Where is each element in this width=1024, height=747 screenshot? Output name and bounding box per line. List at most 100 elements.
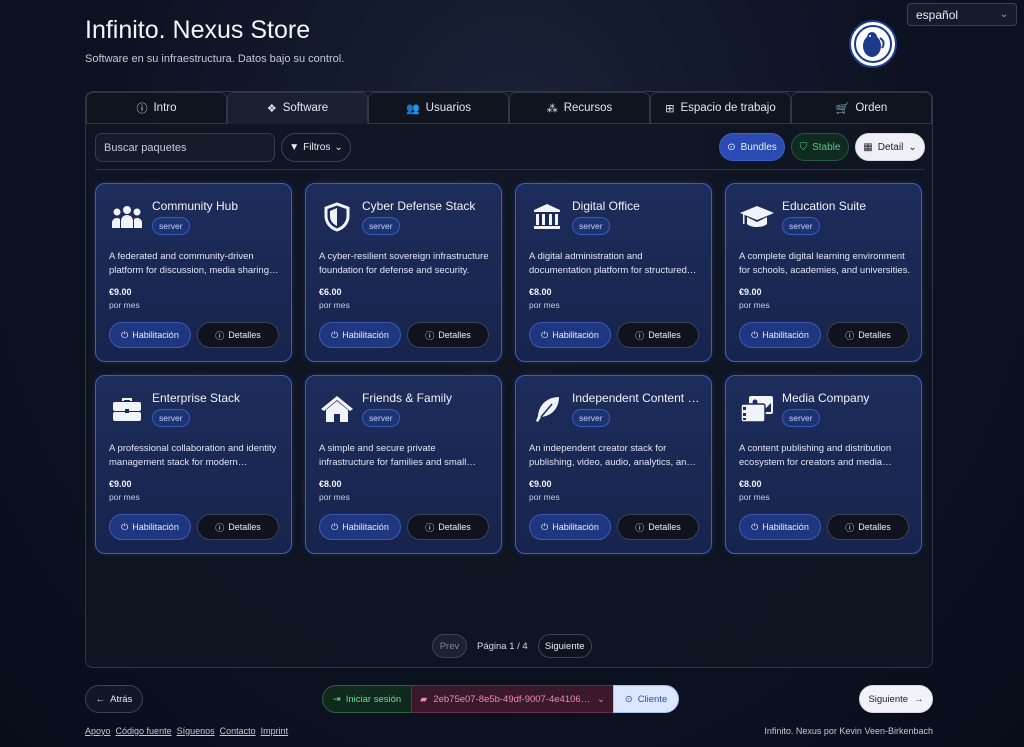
footer-link-imprint[interactable]: Imprint	[261, 726, 289, 736]
package-price: €9.00	[739, 287, 762, 297]
page-indicator: Página 1 / 4	[477, 640, 528, 652]
seal-logo-icon	[849, 20, 897, 68]
power-icon: ⏻	[541, 521, 549, 532]
tab-software[interactable]: ❖ Software	[227, 92, 368, 124]
tab-label: Software	[282, 102, 329, 114]
enable-button[interactable]: ⏻ Habilitación	[739, 514, 821, 540]
back-button[interactable]: ← Atrás	[85, 685, 143, 713]
details-button[interactable]: ⓘ Detalles	[617, 322, 699, 348]
package-card[interactable]: Cyber Defense Stack server A cyber-resil…	[305, 183, 502, 362]
package-card[interactable]: Enterprise Stack server A professional c…	[95, 375, 292, 554]
package-tag: server	[152, 217, 190, 235]
house-icon	[319, 393, 355, 425]
tab-label: Recursos	[563, 102, 613, 114]
package-tag: server	[152, 409, 190, 427]
details-button[interactable]: ⓘ Detalles	[827, 322, 909, 348]
shield-icon	[319, 201, 355, 233]
package-period: por mes	[109, 492, 140, 502]
package-tag: server	[782, 409, 820, 427]
info-icon: ⓘ	[845, 522, 855, 533]
package-period: por mes	[529, 300, 560, 310]
info-icon: ⓘ	[425, 330, 435, 341]
chevron-down-icon: ⌄	[999, 9, 1008, 20]
package-card[interactable]: Media Company server A content publishin…	[725, 375, 922, 554]
arrow-right-icon: →	[914, 693, 924, 705]
feather-icon	[529, 393, 565, 425]
tab-order[interactable]: 🛒 Orden	[791, 92, 932, 124]
package-card[interactable]: Independent Content Creator server An in…	[515, 375, 712, 554]
tab-resources[interactable]: ⁂ Recursos	[509, 92, 650, 124]
filter-button[interactable]: ▼ Filtros ⌄	[281, 133, 351, 162]
tab-label: Orden	[855, 102, 888, 114]
package-name: Community Hub	[152, 199, 239, 213]
next-page-button[interactable]: Siguiente	[537, 634, 592, 658]
toggle-icon: ⊙	[727, 141, 736, 153]
footer-link-follow[interactable]: Síguenos	[177, 726, 215, 736]
package-price: €8.00	[739, 479, 762, 489]
package-price: €9.00	[109, 287, 132, 297]
enable-button[interactable]: ⏻ Habilitación	[319, 322, 401, 348]
details-label: Detalles	[648, 330, 681, 340]
store-panel: ⓘ Intro ❖ Software 👥 Usuarios ⁂ Recursos…	[85, 91, 933, 668]
package-period: por mes	[739, 492, 770, 502]
enable-label: Habilitación	[132, 522, 179, 532]
package-card[interactable]: Community Hub server A federated and com…	[95, 183, 292, 362]
info-icon: ⓘ	[215, 330, 225, 341]
enable-label: Habilitación	[342, 330, 389, 340]
footer-link-source[interactable]: Código fuente	[116, 726, 172, 736]
power-icon: ⏻	[121, 329, 129, 340]
grid-icon: ▦	[863, 141, 873, 153]
footer-link-contact[interactable]: Contacto	[220, 726, 256, 736]
tab-workspace[interactable]: ⊞ Espacio de trabajo	[650, 92, 791, 124]
power-icon: ⏻	[331, 329, 339, 340]
package-description: A federated and community-driven platfor…	[109, 251, 269, 276]
info-icon: ⓘ	[136, 103, 148, 115]
details-button[interactable]: ⓘ Detalles	[197, 322, 279, 348]
stable-toggle[interactable]: ⛉ Stable	[791, 133, 849, 161]
search-input[interactable]	[95, 133, 275, 162]
details-button[interactable]: ⓘ Detalles	[407, 514, 489, 540]
package-name: Digital Office	[572, 199, 640, 213]
bundles-toggle[interactable]: ⊙ Bundles	[719, 133, 785, 161]
enable-button[interactable]: ⏻ Habilitación	[319, 514, 401, 540]
package-price: €9.00	[529, 479, 552, 489]
details-button[interactable]: ⓘ Detalles	[827, 514, 909, 540]
package-card[interactable]: Friends & Family server A simple and sec…	[305, 375, 502, 554]
package-name: Cyber Defense Stack	[362, 199, 476, 213]
sign-in-icon: ⇥	[332, 693, 341, 705]
cubes-icon: ❖	[266, 102, 277, 115]
package-card[interactable]: Digital Office server A digital administ…	[515, 183, 712, 362]
view-mode-select[interactable]: ▦ Detail ⌄	[855, 133, 925, 161]
power-icon: ⏻	[121, 521, 129, 532]
tab-users[interactable]: 👥 Usuarios	[368, 92, 509, 124]
enable-label: Habilitación	[132, 330, 179, 340]
footer-link-support[interactable]: Apoyo	[85, 726, 111, 736]
sitemap-icon: ⊞	[665, 102, 675, 115]
enable-button[interactable]: ⏻ Habilitación	[109, 322, 191, 348]
package-card[interactable]: Education Suite server A complete digita…	[725, 183, 922, 362]
workspace-select[interactable]: ▰ 2eb75e07-8e5b-49df-9007-4e4106… ⌄	[411, 685, 614, 713]
details-label: Detalles	[438, 330, 471, 340]
language-select[interactable]: español ⌄	[907, 3, 1017, 26]
prev-page-button[interactable]: Prev	[432, 634, 467, 658]
tab-intro[interactable]: ⓘ Intro	[86, 92, 227, 124]
enable-button[interactable]: ⏻ Habilitación	[529, 514, 611, 540]
client-toggle[interactable]: ⊙ Cliente	[613, 685, 679, 713]
enable-button[interactable]: ⏻ Habilitación	[109, 514, 191, 540]
graduation-cap-icon	[739, 201, 775, 233]
info-icon: ⓘ	[215, 522, 225, 533]
language-value: español	[916, 7, 959, 22]
info-icon: ⓘ	[425, 522, 435, 533]
details-label: Detalles	[648, 522, 681, 532]
footer-links: Apoyo Código fuente Síguenos Contacto Im…	[85, 726, 288, 736]
power-icon: ⏻	[751, 329, 759, 340]
details-button[interactable]: ⓘ Detalles	[617, 514, 699, 540]
login-button[interactable]: ⇥ Iniciar sesión	[322, 685, 412, 713]
details-button[interactable]: ⓘ Detalles	[197, 514, 279, 540]
next-button[interactable]: Siguiente →	[859, 685, 933, 713]
enable-button[interactable]: ⏻ Habilitación	[529, 322, 611, 348]
page-title: Infinito. Nexus Store	[85, 16, 311, 44]
details-button[interactable]: ⓘ Detalles	[407, 322, 489, 348]
enable-button[interactable]: ⏻ Habilitación	[739, 322, 821, 348]
pagination: Prev Página 1 / 4 Siguiente	[432, 634, 592, 658]
